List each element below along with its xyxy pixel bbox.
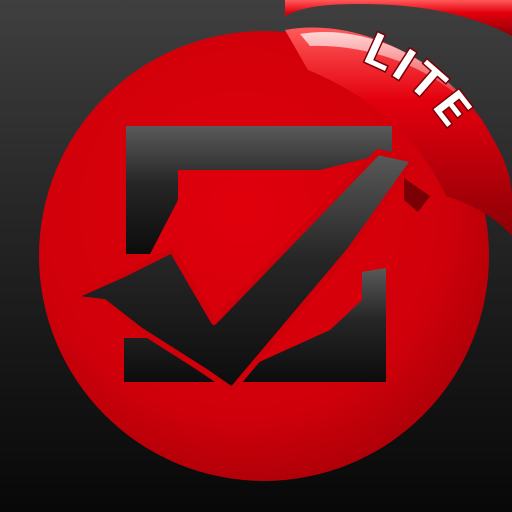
app-icon[interactable]: LITE (0, 0, 512, 512)
app-icon-artwork: LITE (39, 0, 512, 481)
